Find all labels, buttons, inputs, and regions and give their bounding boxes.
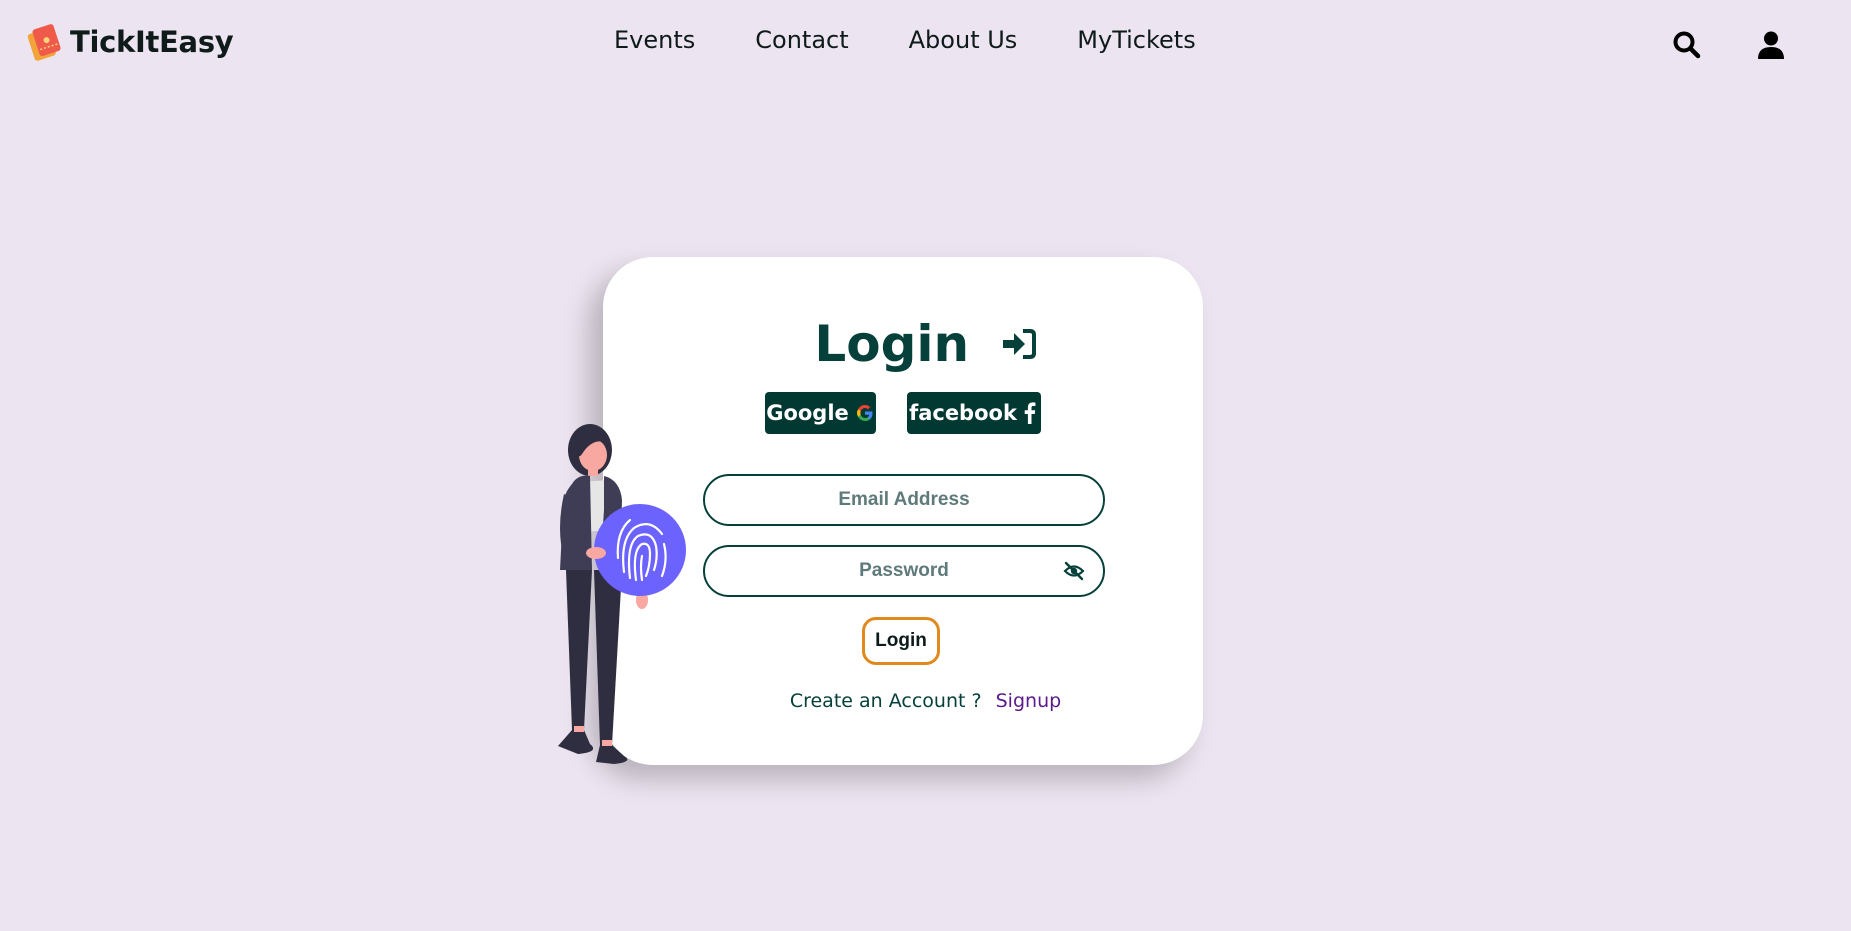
facebook-icon <box>1024 402 1036 424</box>
nav-link-contact[interactable]: Contact <box>755 26 848 54</box>
facebook-login-button[interactable]: facebook <box>907 392 1041 434</box>
nav-link-mytickets[interactable]: MyTickets <box>1077 26 1195 54</box>
password-field[interactable] <box>703 545 1105 597</box>
sign-in-icon <box>1002 328 1036 359</box>
nav-links: Events Contact About Us MyTickets <box>614 26 1196 54</box>
google-label: Google <box>766 401 849 425</box>
eye-slash-icon[interactable] <box>1063 560 1085 582</box>
navbar: TickItEasy Events Contact About Us MyTic… <box>0 0 1851 88</box>
user-icon[interactable] <box>1756 30 1786 60</box>
nav-link-events[interactable]: Events <box>614 26 695 54</box>
tickets-icon <box>27 24 61 61</box>
search-icon[interactable] <box>1672 30 1702 60</box>
signup-link[interactable]: Signup <box>996 690 1062 712</box>
login-title: Login <box>0 311 1851 373</box>
create-account-row: Create an Account ? Signup <box>0 690 1851 712</box>
brand[interactable]: TickItEasy <box>24 22 234 62</box>
create-account-text: Create an Account ? <box>789 690 982 712</box>
google-login-button[interactable]: Google <box>765 392 876 434</box>
brand-name: TickItEasy <box>70 25 234 59</box>
email-field[interactable] <box>703 474 1105 526</box>
login-title-text: Login <box>814 314 970 373</box>
email-input[interactable] <box>705 476 1103 524</box>
fingerprint-illustration <box>558 424 686 764</box>
google-icon <box>856 405 873 421</box>
password-input[interactable] <box>705 547 1103 595</box>
facebook-label: facebook <box>909 401 1017 425</box>
nav-link-about-us[interactable]: About Us <box>909 26 1018 54</box>
login-submit-button[interactable]: Login <box>862 617 940 665</box>
